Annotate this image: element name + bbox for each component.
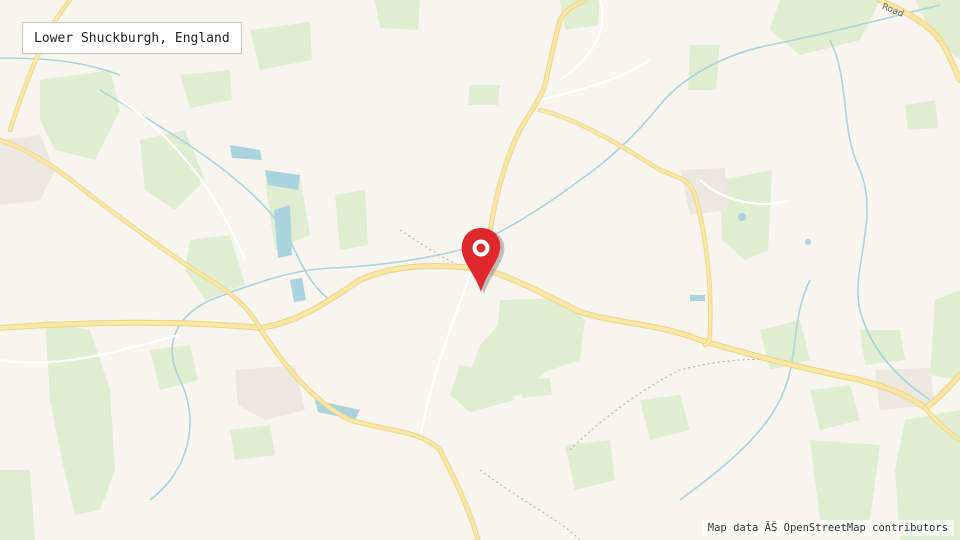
map-pin-body xyxy=(461,228,501,292)
map-attribution: Map data ĂŠ OpenStreetMap contributors xyxy=(701,520,954,536)
location-label: Lower Shuckburgh, England xyxy=(22,22,242,54)
map-pin-icon[interactable] xyxy=(455,226,511,296)
attribution-text: Map data ĂŠ OpenStreetMap contributors xyxy=(707,522,948,534)
location-label-text: Lower Shuckburgh, England xyxy=(34,30,230,46)
